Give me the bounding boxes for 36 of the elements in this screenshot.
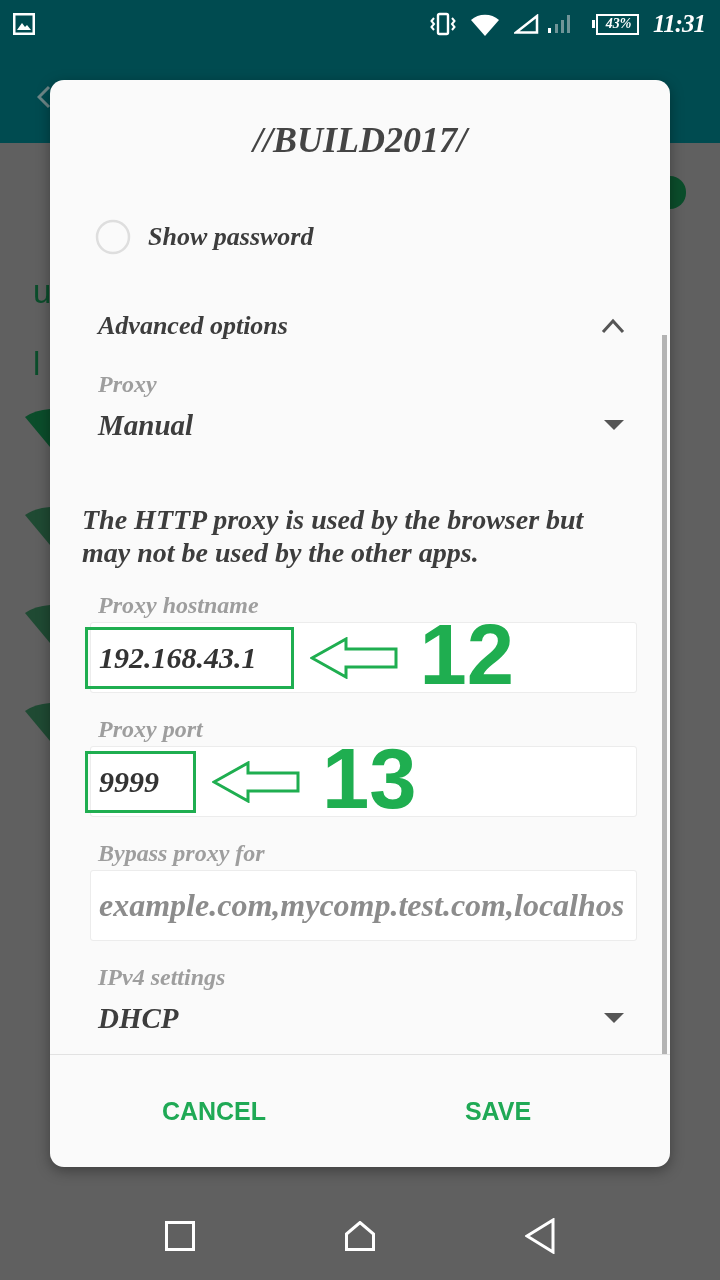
radio-button[interactable] bbox=[95, 219, 131, 255]
dropdown-field[interactable]: DHCP bbox=[50, 1000, 670, 1036]
info-text: The HTTP proxy is used by the browser but may not be used by the other apps. bbox=[82, 503, 585, 569]
list-item-text: u bbox=[33, 275, 52, 308]
scrollbar-thumb[interactable] bbox=[662, 335, 667, 1054]
wifi-signal-icon bbox=[25, 507, 50, 545]
field-label: Proxy bbox=[98, 370, 158, 398]
wifi-signal-icon bbox=[25, 703, 50, 741]
dropdown-triangle-icon bbox=[604, 420, 624, 430]
field-label: IPv4 settings bbox=[98, 963, 227, 991]
image-icon bbox=[13, 13, 35, 35]
dialog-title: //BUILD2017/ bbox=[50, 118, 670, 162]
annotation-number: 12 bbox=[419, 623, 515, 687]
dropdown-field[interactable]: Manual bbox=[50, 407, 670, 443]
advanced-options-toggle[interactable]: Advanced options bbox=[50, 304, 670, 348]
phone-vibrate-icon bbox=[430, 12, 457, 36]
field-label: Proxy port bbox=[98, 715, 205, 743]
battery-indicator: 43% bbox=[592, 13, 640, 35]
signal-bars-icon bbox=[547, 14, 573, 34]
wifi-signal-icon bbox=[25, 605, 50, 643]
mobile-signal-icon bbox=[514, 14, 540, 34]
highlighted-value: 9999 bbox=[85, 750, 196, 813]
recent-apps-icon[interactable] bbox=[165, 1220, 195, 1251]
wifi-signal-icon bbox=[25, 409, 50, 447]
highlighted-value: 192.168.43.1 bbox=[85, 626, 294, 689]
annotation-number: 13 bbox=[322, 747, 417, 811]
home-icon[interactable] bbox=[345, 1220, 375, 1251]
dropdown-triangle-icon bbox=[604, 1013, 624, 1023]
list-item-text: l bbox=[33, 347, 41, 380]
status-time: 11:31 bbox=[653, 10, 705, 38]
field-label: Proxy hostname bbox=[98, 591, 260, 619]
show-password-label[interactable]: Show password bbox=[148, 222, 314, 252]
input-placeholder: example.com,mycomp.test.com,localhos bbox=[99, 887, 625, 924]
field-label: Bypass proxy for bbox=[98, 839, 266, 867]
back-icon[interactable] bbox=[525, 1217, 555, 1254]
switch-thumb-icon bbox=[670, 176, 686, 209]
